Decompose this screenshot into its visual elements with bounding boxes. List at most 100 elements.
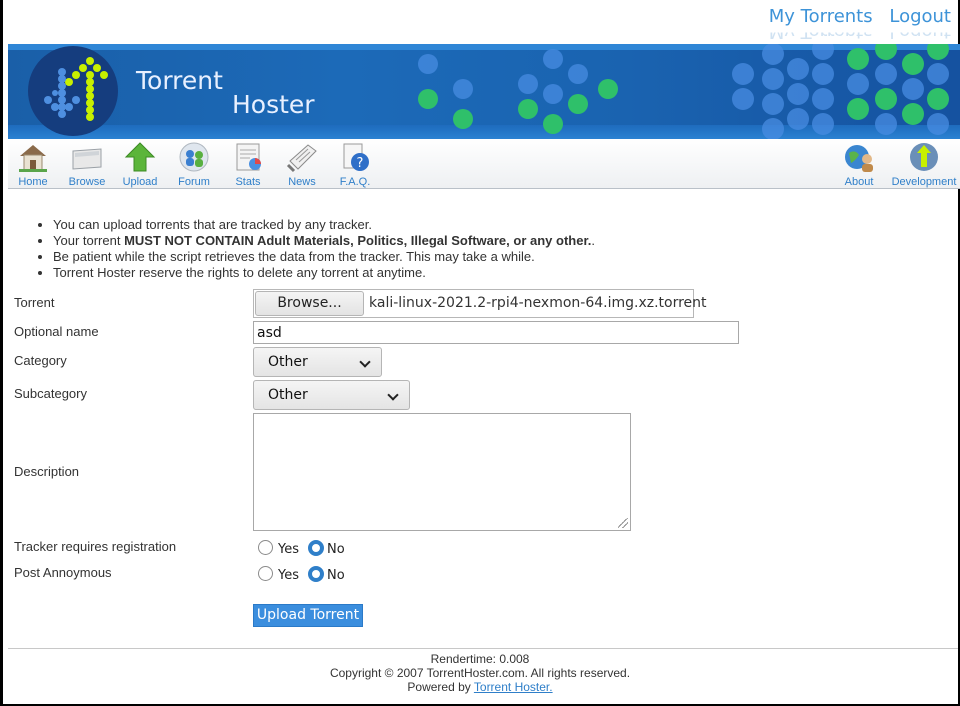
post-anonymous-yes-label: Yes [278, 568, 299, 583]
tracker-registration-yes-label: Yes [278, 542, 299, 557]
banner-dot [762, 44, 784, 65]
upload-torrent-button[interactable]: Upload Torrent [253, 604, 363, 627]
banner-dot [762, 93, 784, 115]
tracker-registration-label: Tracker requires registration [14, 539, 177, 554]
banner-dot [875, 113, 897, 135]
torrent-file-input[interactable]: Browse... kali-linux-2021.2-rpi4-nexmon-… [253, 289, 707, 318]
brand-line-2: Hoster [232, 90, 315, 119]
rule-item: You can upload torrents that are tracked… [53, 217, 595, 233]
chevron-down-icon [387, 389, 399, 401]
chevron-down-icon [359, 356, 371, 368]
my-torrents-label: My Torrents [768, 6, 873, 27]
development-icon [910, 143, 938, 171]
banner-dot [847, 73, 869, 95]
folder-icon [72, 148, 102, 170]
subcategory-select[interactable]: Other [253, 380, 410, 410]
description-textarea[interactable] [253, 413, 631, 531]
forum-people-icon [179, 142, 209, 172]
banner-dot [732, 88, 754, 110]
rule-2-bold: MUST NOT CONTAIN Adult Materials, Politi… [124, 233, 592, 248]
rule-2-prefix: Your torrent [53, 233, 125, 248]
banner-dot [812, 44, 834, 60]
footer-powered-by: Powered by Torrent Hoster. [0, 680, 960, 694]
nav-faq[interactable]: ? F.A.Q. [329, 141, 381, 188]
nav-news[interactable]: News [276, 141, 328, 188]
nav-development-label: Development [891, 176, 957, 188]
banner-dot [787, 83, 809, 105]
nav-about[interactable]: About [833, 141, 885, 188]
about-globe-icon [845, 145, 873, 172]
nav-browse[interactable]: Browse [61, 141, 113, 188]
header-banner: Torrent Hoster [8, 44, 960, 139]
selected-file-name: kali-linux-2021.2-rpi4-nexmon-64.img.xz.… [369, 295, 707, 311]
banner-dot [902, 103, 924, 125]
post-anonymous-yes-radio[interactable] [258, 566, 273, 581]
banner-dot [875, 44, 897, 60]
faq-help-icon: ? [343, 143, 369, 171]
category-label: Category [14, 353, 67, 368]
torrent-label: Torrent [14, 295, 55, 310]
newspaper-icon [286, 144, 317, 173]
banner-dot [847, 98, 869, 120]
banner-dot [518, 99, 538, 119]
nav-stats-label: Stats [235, 176, 261, 188]
footer-copyright: Copyright © 2007 TorrentHoster.com. All … [329, 666, 631, 680]
banner-dot [762, 68, 784, 90]
nav-home[interactable]: Home [7, 141, 59, 188]
optional-name-input[interactable]: asd [253, 321, 739, 344]
brand-line-1: Torrent [136, 66, 223, 95]
optional-name-label: Optional name [14, 324, 99, 339]
logout-link[interactable]: Logout Logout [889, 6, 951, 27]
rule-item: Your torrent MUST NOT CONTAIN Adult Mate… [53, 233, 595, 249]
nav-upload[interactable]: Upload [114, 141, 166, 188]
post-anonymous-no-label: No [327, 568, 345, 583]
banner-dot [543, 114, 563, 134]
banner-dot [812, 88, 834, 110]
upload-arrow-icon [124, 142, 156, 172]
nav-forum[interactable]: Forum [168, 141, 220, 188]
resize-grip-icon[interactable] [618, 518, 628, 528]
browse-button[interactable]: Browse... [255, 291, 364, 316]
torrent-hoster-link[interactable]: Torrent Hoster. [474, 680, 553, 694]
banner-dot [453, 109, 473, 129]
category-select[interactable]: Other [253, 347, 382, 377]
post-anonymous-label: Post Annoymous [14, 565, 112, 580]
nav-stats[interactable]: Stats [222, 141, 274, 188]
nav-news-label: News [288, 176, 316, 188]
banner-dot [927, 63, 949, 85]
tracker-registration-no-label: No [327, 542, 345, 557]
subcategory-label: Subcategory [14, 386, 87, 401]
banner-dot [732, 63, 754, 85]
banner-dot [518, 74, 538, 94]
subcategory-selected-value: Other [268, 387, 308, 403]
description-label: Description [14, 464, 80, 479]
nav-about-label: About [844, 176, 874, 188]
tracker-registration-yes-radio[interactable] [258, 540, 273, 555]
window-frame-left [0, 0, 3, 706]
banner-dot [787, 108, 809, 130]
rule-1-text: You can upload torrents that are tracked… [53, 217, 372, 232]
upload-rules-list: You can upload torrents that are tracked… [40, 217, 595, 281]
house-icon [19, 145, 47, 172]
main-nav: Home Browse Upload Forum Stats News ? F.… [8, 139, 960, 189]
nav-forum-label: Forum [178, 176, 210, 188]
nav-development[interactable]: Development [888, 141, 960, 188]
post-anonymous-no-radio[interactable] [308, 566, 324, 582]
logo-arrows-icon [44, 57, 108, 121]
banner-dot [927, 88, 949, 110]
stats-chart-icon [236, 143, 261, 171]
banner-dot [902, 78, 924, 100]
my-torrents-link[interactable]: My Torrents My Torrents [769, 6, 873, 27]
nav-browse-label: Browse [68, 176, 106, 188]
tracker-registration-no-radio[interactable] [308, 540, 324, 556]
nav-home-label: Home [18, 176, 48, 188]
banner-dot [453, 79, 473, 99]
svg-text:?: ? [357, 156, 364, 171]
banner-dot [543, 84, 563, 104]
banner-dot [927, 44, 949, 60]
banner-dot [875, 63, 897, 85]
rule-2-suffix: . [591, 233, 596, 248]
logo[interactable] [28, 46, 118, 136]
banner-dot [812, 113, 834, 135]
nav-faq-label: F.A.Q. [339, 176, 371, 188]
